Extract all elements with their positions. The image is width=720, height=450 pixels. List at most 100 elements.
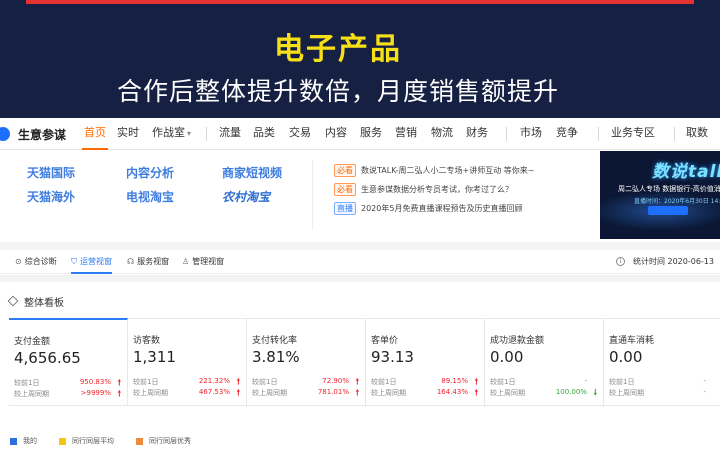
metric-card-avg-order-value[interactable]: 客单价 93.13 较前1日 89.15% 🠕 较上周同期 164.43% 🠕 <box>366 319 485 407</box>
compare-pct: 72.90% <box>322 377 349 385</box>
nav-item-finance[interactable]: 财务 <box>466 118 488 150</box>
nav-item-home[interactable]: 首页 <box>82 118 108 150</box>
nav-divider <box>598 127 599 141</box>
nav-item-business-zone[interactable]: 业务专区 <box>611 118 655 150</box>
legend-item-peer-average[interactable]: 同行同层平均 <box>59 436 114 446</box>
section-gap <box>0 275 720 282</box>
nav-item-data-fetch[interactable]: 取数 <box>686 118 708 150</box>
tab-management-view[interactable]: ♙ 管理视窗 <box>182 250 224 274</box>
metric-compare-week: 较上周同期 100.00% 🠗 <box>490 388 598 399</box>
top-nav: 生意参谋 首页 实时 作战室 ▾ 流量 品类 交易 内容 服务 营销 物流 财务 … <box>0 118 720 150</box>
tab-label: 综合诊断 <box>24 257 57 266</box>
compare-pct: 100.00% <box>555 388 587 396</box>
metric-label: 访客数 <box>133 336 161 346</box>
legend: 我的 同行同层平均 同行同层优秀 <box>10 436 213 446</box>
compare-label: 较前1日 <box>14 379 40 387</box>
nav-item-war-room[interactable]: 作战室 ▾ <box>152 118 191 150</box>
metric-value: 93.13 <box>371 348 414 366</box>
metric-compare-week: 较上周同期 - <box>609 388 717 399</box>
tab-operation-view[interactable]: ⛉ 运营视窗 <box>71 250 112 274</box>
notice-item[interactable]: 必看 数说TALK-周二弘人小二专场+讲师互动 等你来~ <box>334 163 534 177</box>
tab-label: 管理视窗 <box>192 257 225 266</box>
link-rural-taobao[interactable]: 农村淘宝 <box>222 188 270 205</box>
section-gap <box>0 242 720 250</box>
nav-item-market[interactable]: 市场 <box>520 118 542 150</box>
metric-label: 成功退款金额 <box>490 336 545 346</box>
notice-badge-live: 直播 <box>334 201 356 215</box>
notice-text: 2020年5月免费直播课程预告及历史直播回顾 <box>361 203 523 213</box>
compare-label: 较前1日 <box>609 378 635 386</box>
brand[interactable]: 生意参谋 <box>0 118 66 150</box>
compare-label: 较上周同期 <box>490 389 525 397</box>
link-merchant-short-video[interactable]: 商家短视频 <box>222 164 282 181</box>
nav-item-traffic[interactable]: 流量 <box>219 118 241 150</box>
metric-card-conversion-rate[interactable]: 支付转化率 3.81% 较前1日 72.90% 🠕 较上周同期 781.01% … <box>247 319 366 407</box>
tab-service-view[interactable]: ☊ 服务视窗 <box>127 250 169 274</box>
metric-value: 0.00 <box>490 348 524 366</box>
brand-logo-icon <box>0 127 10 141</box>
metric-card-refund-amount[interactable]: 成功退款金额 0.00 较前1日 - 较上周同期 100.00% 🠗 <box>485 319 604 407</box>
legend-item-mine[interactable]: 我的 <box>10 436 37 446</box>
nav-item-content[interactable]: 内容 <box>325 118 347 150</box>
nav-item-competition[interactable]: 竞争 <box>556 118 578 150</box>
metric-label: 客单价 <box>371 336 399 346</box>
promo-banner: 电子产品 合作后整体提升数倍，月度销售额提升 <box>0 0 720 118</box>
metric-compare-day: 较前1日 89.15% 🠕 <box>371 377 479 388</box>
metric-label: 直通车消耗 <box>609 336 655 346</box>
nav-divider <box>206 127 207 141</box>
stat-time: 统计时间 2020-06-13 <box>632 257 714 266</box>
compare-label: 较上周同期 <box>609 389 644 397</box>
compare-label: 较上周同期 <box>252 389 287 397</box>
compare-pct: 221.32% <box>198 377 230 385</box>
info-icon[interactable]: i <box>616 257 625 266</box>
legend-swatch <box>59 437 66 445</box>
legend-label: 同行同层平均 <box>72 437 114 445</box>
nav-item-trade[interactable]: 交易 <box>289 118 311 150</box>
compare-pct: 89.15% <box>441 377 468 385</box>
metric-card-payment-amount[interactable]: 支付金额 4,656.65 较前1日 950.83% 🠕 较上周同期 >9999… <box>9 318 128 406</box>
headset-icon: ☊ <box>127 257 135 266</box>
legend-item-peer-excellent[interactable]: 同行同层优秀 <box>136 436 191 446</box>
compare-pct: - <box>703 377 706 385</box>
link-content-analysis[interactable]: 内容分析 <box>126 164 174 181</box>
brand-name: 生意参谋 <box>18 127 67 142</box>
notice-item[interactable]: 必看 生意参谋数据分析专员考试，你考过了么？ <box>334 182 513 196</box>
ad-banner[interactable]: 数说talk 周二弘人专场 数据银行-高价值消费 直播时间：2020年6月30日… <box>600 151 720 239</box>
ad-title: 数说talk <box>652 162 720 182</box>
metric-compare-week: 较上周同期 781.01% 🠕 <box>252 388 360 399</box>
nav-item-realtime[interactable]: 实时 <box>117 118 139 150</box>
compare-pct: 467.53% <box>198 388 230 396</box>
metric-card-visitors[interactable]: 访客数 1,311 较前1日 221.32% 🠕 较上周同期 467.53% 🠕 <box>128 319 247 407</box>
metric-value: 3.81% <box>252 348 300 366</box>
metric-value: 0.00 <box>609 348 643 366</box>
nav-divider <box>674 127 675 141</box>
ad-subtitle: 周二弘人专场 数据银行-高价值消费 <box>618 185 720 193</box>
link-tmall-overseas[interactable]: 天猫海外 <box>27 188 75 205</box>
arrow-up-icon: 🠕 <box>474 388 478 397</box>
metric-value: 1,311 <box>133 348 176 366</box>
nav-item-category[interactable]: 品类 <box>253 118 275 150</box>
promo-title: 电子产品 <box>274 32 402 67</box>
link-tv-taobao[interactable]: 电视淘宝 <box>126 188 174 205</box>
link-tmall-global[interactable]: 天猫国际 <box>27 164 75 181</box>
metric-compare-week: 较上周同期 467.53% 🠕 <box>133 388 241 399</box>
compare-label: 较前1日 <box>490 378 516 386</box>
layers-icon <box>7 295 19 307</box>
tab-comprehensive-diagnosis[interactable]: ⊙ 综合诊断 <box>15 250 57 274</box>
notice-text: 数说TALK-周二弘人小二专场+讲师互动 等你来~ <box>361 165 535 175</box>
compare-pct: 781.01% <box>317 388 349 396</box>
nav-item-marketing[interactable]: 营销 <box>395 118 417 150</box>
ad-button[interactable] <box>648 206 688 215</box>
nav-item-service[interactable]: 服务 <box>360 118 382 150</box>
nav-item-logistics[interactable]: 物流 <box>431 118 453 150</box>
notice-item[interactable]: 直播 2020年5月免费直播课程预告及历史直播回顾 <box>334 201 522 215</box>
legend-swatch <box>10 437 17 445</box>
legend-swatch <box>136 437 143 445</box>
overview-title-text: 整体看板 <box>24 297 64 309</box>
metric-cards: 支付金额 4,656.65 较前1日 950.83% 🠕 较上周同期 >9999… <box>9 318 720 407</box>
metric-compare-day: 较前1日 72.90% 🠕 <box>252 377 360 388</box>
view-tabs: ⊙ 综合诊断 ⛉ 运营视窗 ☊ 服务视窗 ♙ 管理视窗 i 统计时间 2020-06-1… <box>0 250 720 274</box>
metric-card-ad-spend[interactable]: 直通车消耗 0.00 较前1日 - 较上周同期 - <box>604 319 720 407</box>
legend-label: 同行同层优秀 <box>149 437 191 445</box>
arrow-up-icon: 🠕 <box>236 388 240 397</box>
